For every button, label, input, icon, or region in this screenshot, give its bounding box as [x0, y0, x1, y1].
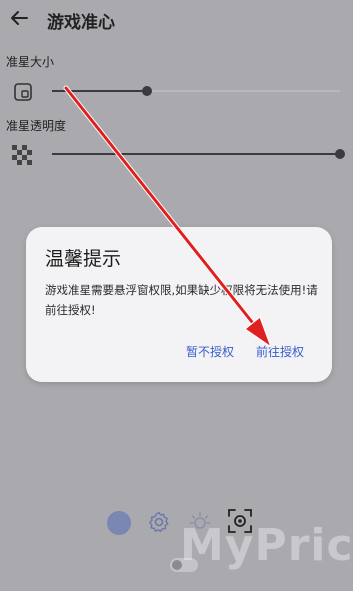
- permission-dialog: 温馨提示 游戏准星需要悬浮窗权限,如果缺少权限将无法使用!请前往授权! 暂不授权…: [26, 227, 332, 382]
- back-button[interactable]: [6, 6, 32, 30]
- alpha-slider[interactable]: [52, 149, 345, 159]
- deny-button[interactable]: 暂不授权: [186, 343, 234, 360]
- gear-icon[interactable]: [147, 510, 171, 534]
- dialog-title: 温馨提示: [45, 248, 122, 270]
- authorize-button[interactable]: 前往授权: [256, 343, 304, 360]
- color-dot-icon[interactable]: [107, 511, 131, 535]
- watermark: MyPrice: [180, 520, 353, 571]
- alpha-slider-thumb[interactable]: [335, 149, 345, 159]
- size-label: 准星大小: [6, 55, 55, 69]
- dialog-message: 游戏准星需要悬浮窗权限,如果缺少权限将无法使用!请前往授权!: [45, 283, 318, 317]
- size-slider-thumb[interactable]: [142, 86, 152, 96]
- transparency-icon: [12, 145, 32, 165]
- size-slider[interactable]: [52, 86, 340, 96]
- top-bar: 游戏准心: [0, 0, 353, 38]
- alpha-label: 准星透明度: [6, 119, 67, 133]
- size-slider-fill: [52, 90, 147, 92]
- crosshair-size-icon: [14, 83, 32, 101]
- alpha-slider-fill: [52, 153, 340, 155]
- page-title: 游戏准心: [47, 13, 115, 33]
- arrow-left-icon: [11, 11, 28, 25]
